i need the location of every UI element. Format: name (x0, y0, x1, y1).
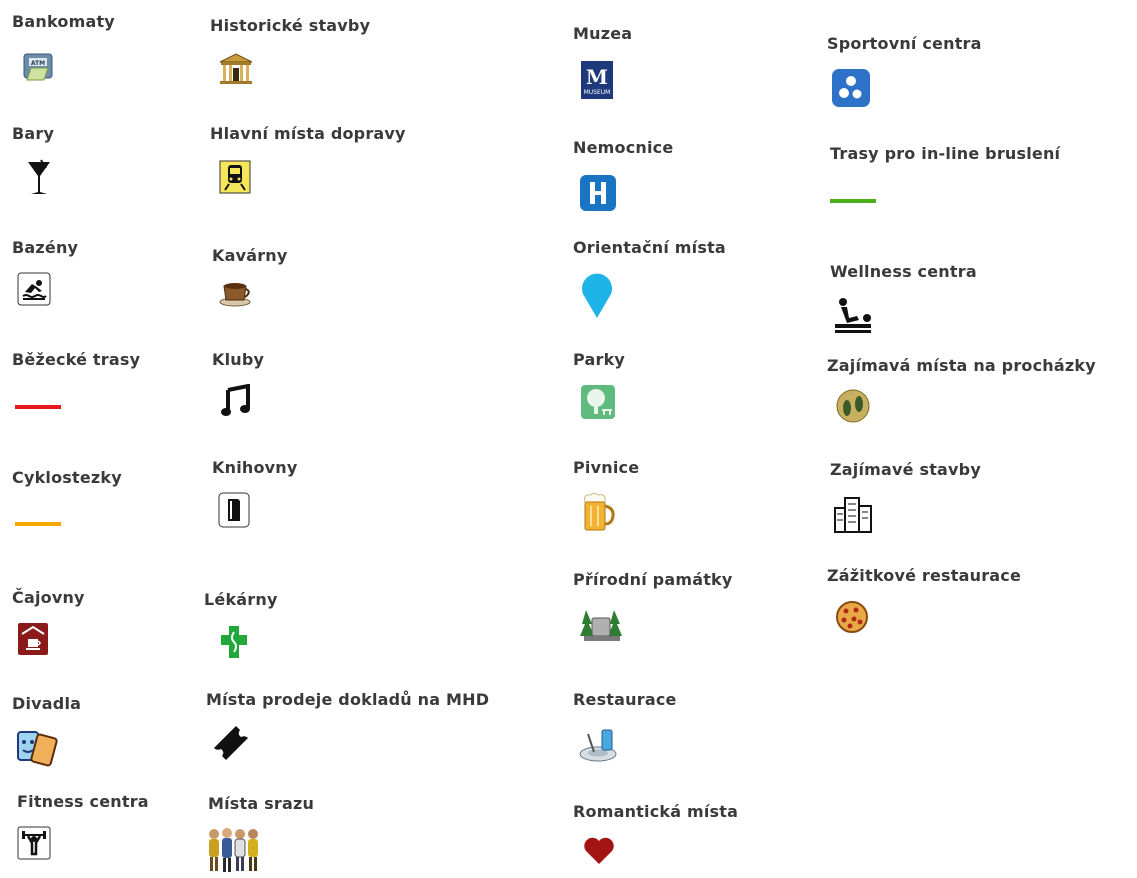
legend-label: Lékárny (204, 590, 278, 609)
legend-label: Nemocnice (573, 138, 674, 157)
sports-balls-icon (832, 69, 870, 107)
legend-label: Zajímavé stavby (830, 460, 981, 479)
hospital-icon (580, 175, 616, 211)
legend-label: Kluby (212, 350, 265, 369)
pharmacy-cross-icon (221, 626, 247, 658)
legend-label: Muzea (573, 24, 633, 43)
orange-line-icon (15, 522, 61, 526)
footprints-icon (836, 389, 870, 423)
svg-text:M: M (586, 65, 608, 89)
legend-label: Cyklostezky (12, 468, 122, 487)
weightlifter-icon (17, 826, 51, 860)
legend-label: Parky (573, 350, 626, 369)
natural-monument-icon (580, 610, 622, 641)
park-tree-icon (581, 385, 615, 419)
pizza-icon (836, 601, 868, 633)
legend-label: Zážitkové restaurace (827, 566, 1022, 585)
legend-label: Divadla (12, 694, 82, 713)
swimmer-icon (17, 272, 51, 306)
skyscrapers-icon (834, 497, 872, 533)
legend-label: Bary (12, 124, 55, 143)
svg-text:ATM: ATM (31, 60, 45, 67)
restaurant-plate-icon (579, 729, 617, 762)
book-icon (218, 492, 250, 528)
legend-label: Bankomaty (12, 12, 115, 31)
map-pin-icon (582, 273, 612, 318)
legend-label: Místa prodeje dokladů na MHD (206, 690, 490, 709)
legend-label: Přírodní památky (573, 570, 733, 589)
legend-label: Trasy pro in-line bruslení (830, 144, 1061, 163)
heart-icon (584, 837, 614, 864)
legend-label: Čajovny (12, 588, 85, 607)
museum-icon: M MUSEUM (581, 61, 613, 99)
coffee-cup-icon (219, 283, 251, 307)
legend-label: Romantická místa (573, 802, 739, 821)
legend-label: Wellness centra (830, 262, 977, 281)
legend-label: Pivnice (573, 458, 640, 477)
people-group-icon (209, 828, 258, 872)
theatre-masks-icon (17, 731, 58, 767)
legend-label: Místa srazu (208, 794, 315, 813)
legend-label: Knihovny (212, 458, 298, 477)
cocktail-glass-icon (28, 159, 50, 194)
ticket-icon (214, 726, 248, 760)
legend-label: Restaurace (573, 690, 677, 709)
atm-icon: ATM (23, 53, 53, 81)
svg-text:MUSEUM: MUSEUM (584, 89, 611, 96)
legend-label: Bazény (12, 238, 79, 257)
legend-label: Fitness centra (17, 792, 149, 811)
music-note-icon (221, 384, 250, 416)
green-line-icon (830, 199, 876, 203)
historic-building-icon (219, 53, 253, 84)
teahouse-icon (18, 623, 48, 655)
legend-label: Hlavní místa dopravy (210, 124, 406, 143)
legend-label: Sportovní centra (827, 34, 982, 53)
legend-label: Historické stavby (210, 16, 371, 35)
legend-label: Kavárny (212, 246, 288, 265)
legend-label: Běžecké trasy (12, 350, 141, 369)
legend-label: Zajímavá místa na procházky (827, 356, 1096, 375)
red-line-icon (15, 405, 61, 409)
train-icon (219, 160, 251, 194)
beer-mug-icon (584, 493, 615, 531)
massage-icon (835, 298, 871, 333)
legend-label: Orientační místa (573, 238, 726, 257)
